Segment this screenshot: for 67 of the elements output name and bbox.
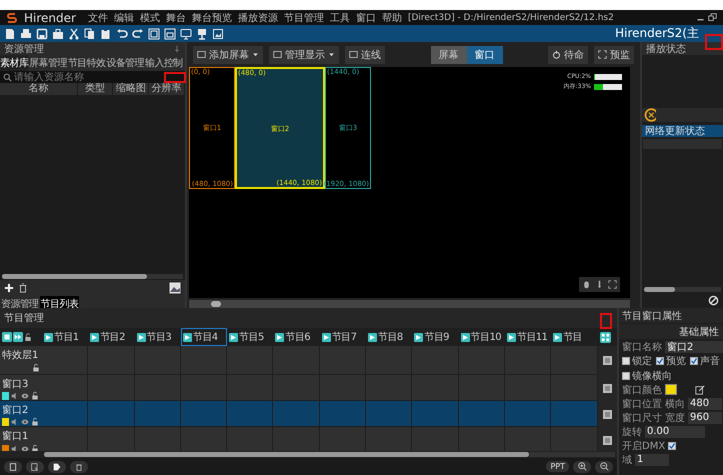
toolbar-button[interactable]: 连线: [345, 46, 385, 64]
search-input[interactable]: 请输入资源名称: [14, 72, 154, 82]
checkbox-label: 声音: [700, 354, 720, 368]
field-label: 开启DMX: [622, 440, 666, 452]
field-label: 窗口尺寸: [622, 412, 662, 424]
layer-label[interactable]: 窗口2: [0, 401, 42, 427]
action-button[interactable]: 预监: [594, 46, 634, 64]
spin-field[interactable]: 1: [635, 454, 669, 466]
menu-item[interactable]: 节目管理: [284, 10, 324, 24]
menu-item[interactable]: 帮助: [382, 10, 402, 24]
app-name: Hirender: [24, 10, 76, 24]
layer-name: 特效层1: [2, 348, 40, 362]
menu-item[interactable]: 舞台: [166, 10, 186, 24]
layer-name: 窗口1: [2, 430, 30, 443]
section-tab[interactable]: 基础属性: [619, 324, 723, 339]
panel-tab[interactable]: 节目列表: [40, 296, 80, 308]
field-label: 窗口颜色: [622, 384, 662, 396]
column-header[interactable]: 缩略图: [113, 83, 150, 95]
field-label: 横向: [665, 398, 685, 410]
layer-name: 窗口3: [2, 378, 30, 391]
layer-name: 窗口2: [2, 404, 30, 417]
menu-item[interactable]: 文件: [88, 10, 108, 24]
program-tab[interactable]: 节目4: [180, 328, 228, 346]
resource-tab[interactable]: 输入控制: [145, 55, 183, 71]
window-title: [Direct3D] - D:/HirenderS2/HirenderS2/12.hs2: [408, 12, 614, 22]
name-field[interactable]: 窗口2: [665, 340, 723, 352]
panel-title: 节目窗口属性: [622, 310, 682, 322]
layer-label[interactable]: 窗口1: [0, 427, 42, 451]
layer-label[interactable]: 窗口3: [0, 375, 42, 401]
brand-title: HirenderS2(主: [615, 25, 700, 42]
menu-item[interactable]: 编辑: [114, 10, 134, 24]
column-header[interactable]: 分辨率: [149, 83, 186, 95]
panel-title: 网络更新状态: [642, 125, 723, 137]
panel-tab[interactable]: 资源管理: [0, 296, 40, 308]
menu-item[interactable]: 播放资源: [238, 10, 278, 24]
field-label: 旋转: [622, 426, 642, 438]
field-label: 窗口位置: [622, 398, 662, 410]
resource-tab[interactable]: 设备管理: [106, 55, 144, 71]
resource-tab[interactable]: 素材库: [0, 55, 28, 71]
number-field[interactable]: 0.00: [645, 426, 705, 438]
ppt-button[interactable]: PPT: [546, 461, 569, 472]
layer-label[interactable]: 特效层1: [0, 346, 42, 375]
panel-title: 播放状态: [646, 42, 686, 56]
resource-tab[interactable]: 节目特效: [68, 55, 106, 71]
panel-title: 资源管理: [4, 42, 44, 56]
field-label: 窗口名称: [622, 340, 662, 354]
action-button[interactable]: 待命: [548, 46, 588, 64]
panel-title: 节目管理: [4, 312, 44, 325]
checkbox-label: 镜像横向: [632, 370, 672, 382]
search-field[interactable]: 请输入资源名称: [0, 71, 185, 83]
resource-tab[interactable]: 屏幕管理: [29, 55, 67, 71]
menu-item[interactable]: 模式: [140, 10, 160, 24]
column-header[interactable]: 名称: [0, 83, 78, 95]
field-label: 宽度: [665, 412, 685, 424]
menu-item[interactable]: 舞台预览: [192, 10, 232, 24]
mode-tab[interactable]: 屏幕: [430, 46, 466, 64]
number-field[interactable]: 480: [688, 398, 722, 410]
checkbox-label: 锁定: [632, 354, 652, 368]
field-label: 域: [622, 454, 632, 466]
menu-item[interactable]: 窗口: [356, 10, 376, 24]
menu-item[interactable]: 工具: [330, 10, 350, 24]
toolbar-button[interactable]: 管理显示: [269, 46, 339, 64]
number-field[interactable]: 960: [688, 412, 722, 424]
toolbar-button[interactable]: 添加屏幕: [193, 46, 263, 64]
checkbox-label: 预览: [666, 354, 686, 368]
mode-tab[interactable]: 窗口: [466, 46, 502, 64]
column-header[interactable]: 类型: [78, 83, 114, 95]
